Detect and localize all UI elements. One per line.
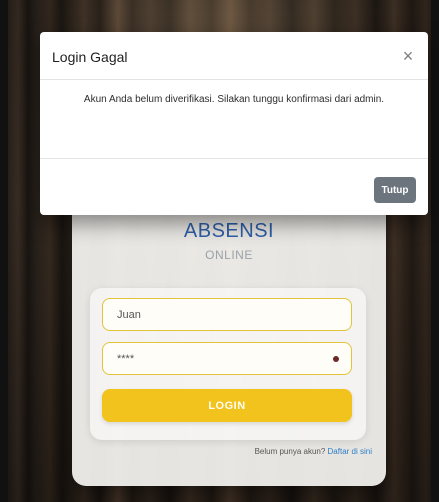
modal-message: Akun Anda belum diverifikasi. Silakan tu… bbox=[83, 94, 385, 105]
modal-title: Login Gagal bbox=[52, 49, 128, 65]
modal-body: Akun Anda belum diverifikasi. Silakan tu… bbox=[40, 80, 428, 159]
username-input[interactable] bbox=[115, 307, 339, 322]
close-icon[interactable]: × bbox=[400, 47, 416, 65]
login-button[interactable]: LOGIN bbox=[102, 389, 352, 422]
app-title: ABSENSI bbox=[183, 220, 275, 242]
password-indicator-icon bbox=[333, 355, 339, 362]
password-field[interactable] bbox=[102, 342, 352, 375]
password-input[interactable] bbox=[115, 351, 327, 366]
left-frame-edge bbox=[0, 0, 8, 502]
register-prompt: Belum punya akun? bbox=[254, 447, 326, 456]
register-link[interactable]: Daftar di sini bbox=[328, 447, 372, 456]
login-failed-modal: Login Gagal × Akun Anda belum diverifika… bbox=[40, 32, 428, 215]
right-frame-edge bbox=[431, 0, 439, 502]
modal-footer: Tutup bbox=[40, 159, 428, 215]
login-form: LOGIN bbox=[90, 288, 366, 440]
tutup-button[interactable]: Tutup bbox=[374, 177, 416, 203]
username-field[interactable] bbox=[102, 298, 352, 331]
app-subtitle: ONLINE bbox=[205, 248, 253, 262]
register-row: Belum punya akun? Daftar di sini bbox=[255, 447, 372, 456]
modal-header: Login Gagal × bbox=[40, 32, 428, 80]
